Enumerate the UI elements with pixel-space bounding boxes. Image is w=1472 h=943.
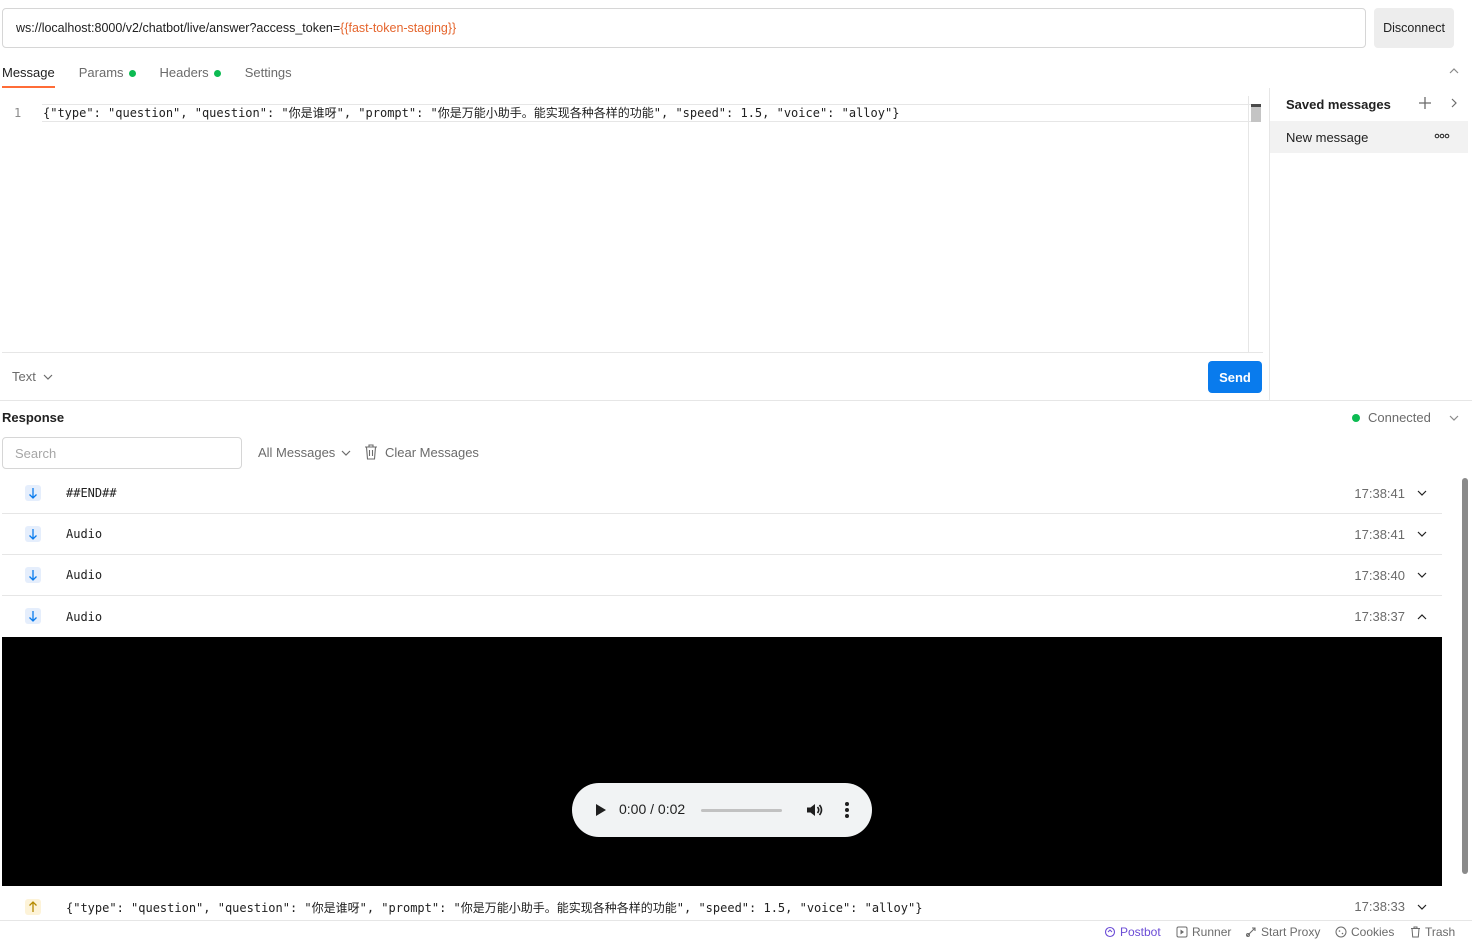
editor-scrollbar-thumb[interactable] [1251, 104, 1261, 122]
code-line[interactable]: {"type": "question", "question": "你是谁呀",… [42, 104, 1260, 122]
proxy-icon [1246, 927, 1256, 937]
tab-message[interactable]: Message [2, 60, 55, 88]
message-row-expanded[interactable]: Audio 17:38:37 [2, 596, 1442, 637]
message-text: ##END## [66, 486, 117, 500]
audio-player[interactable]: 0:00 / 0:02 [572, 783, 872, 837]
message-row[interactable]: ##END## 17:38:41 [2, 473, 1442, 514]
cookies-button[interactable]: Cookies [1335, 925, 1394, 939]
message-row[interactable]: Audio 17:38:40 [2, 555, 1442, 596]
trash-icon [365, 444, 377, 460]
message-editor[interactable]: 1 {"type": "question", "question": "你是谁呀… [2, 96, 1263, 353]
chevron-down-icon[interactable] [1447, 411, 1461, 425]
arrow-up-icon [25, 899, 41, 915]
postbot-label: Postbot [1120, 925, 1161, 939]
tab-params[interactable]: Params [79, 60, 136, 88]
status-bar: Postbot Runner Start Proxy Cookies Trash [0, 920, 1472, 943]
chevron-down-icon[interactable] [1416, 528, 1428, 540]
message-filter-dropdown[interactable]: All Messages [258, 445, 352, 460]
postbot-icon [1104, 926, 1116, 938]
chevron-up-icon[interactable] [1416, 611, 1428, 623]
status-label: Connected [1368, 410, 1431, 425]
audio-time: 0:00 / 0:02 [619, 801, 686, 817]
runner-icon [1176, 926, 1188, 938]
editor-scrollbar-track [1248, 96, 1249, 353]
trash-label: Trash [1425, 925, 1456, 939]
trash-button[interactable]: Trash [1410, 925, 1455, 939]
message-text: {"type": "question", "question": "你是谁呀",… [66, 901, 923, 915]
message-time: 17:38:40 [1354, 567, 1405, 583]
chevron-down-icon[interactable] [1416, 569, 1428, 581]
runner-label: Runner [1192, 925, 1232, 939]
format-label: Text [12, 369, 36, 384]
url-input[interactable]: ws://localhost:8000/v2/chatbot/live/answ… [2, 8, 1366, 48]
saved-message-label: New message [1286, 129, 1369, 145]
runner-button[interactable]: Runner [1176, 925, 1231, 939]
tab-settings[interactable]: Settings [245, 60, 292, 88]
start-proxy-button[interactable]: Start Proxy [1245, 925, 1320, 939]
tab-params-label: Params [78, 65, 124, 80]
line-number: 1 [14, 106, 22, 120]
arrow-down-icon [25, 526, 41, 542]
arrow-down-icon [25, 567, 41, 583]
chevron-down-icon[interactable] [1416, 901, 1428, 913]
message-row[interactable]: Audio 17:38:41 [2, 514, 1442, 555]
filter-label: All Messages [258, 445, 336, 460]
response-scrollbar-thumb[interactable] [1462, 478, 1468, 874]
more-horizontal-icon[interactable] [1434, 130, 1450, 142]
audio-preview: 0:00 / 0:02 [2, 637, 1442, 886]
audio-seek-bar[interactable] [701, 809, 782, 812]
disconnect-button[interactable]: Disconnect [1374, 8, 1454, 48]
message-time: 17:38:41 [1354, 485, 1405, 501]
cookies-label: Cookies [1351, 925, 1395, 939]
start-proxy-label: Start Proxy [1261, 925, 1321, 939]
headers-indicator-dot [213, 70, 221, 77]
section-divider [0, 400, 1472, 401]
send-button[interactable]: Send [1208, 361, 1262, 393]
message-row[interactable]: {"type": "question", "question": "你是谁呀",… [2, 887, 1442, 920]
tab-headers-label: Headers [159, 65, 209, 80]
tab-message-label: Message [2, 65, 55, 80]
params-indicator-dot [128, 70, 136, 77]
connection-status: Connected [1352, 410, 1431, 425]
message-time: 17:38:41 [1354, 526, 1405, 542]
plus-icon[interactable] [1418, 96, 1432, 110]
tab-settings-label: Settings [244, 65, 292, 80]
cookie-icon [1335, 926, 1347, 938]
url-prefix: ws://localhost:8000/v2/chatbot/live/answ… [16, 21, 341, 35]
message-text: Audio [66, 609, 103, 624]
play-icon[interactable] [592, 801, 608, 819]
chevron-right-icon[interactable] [1448, 97, 1460, 109]
chevron-up-icon[interactable] [1447, 64, 1461, 78]
trash-icon [1411, 926, 1420, 938]
message-text: Audio [66, 568, 103, 582]
more-vertical-icon[interactable] [842, 800, 852, 820]
message-time: 17:38:33 [1354, 899, 1405, 914]
search-input[interactable] [2, 437, 242, 469]
postbot-button[interactable]: Postbot [1104, 925, 1161, 939]
arrow-down-icon [25, 485, 41, 501]
clear-messages-label: Clear Messages [385, 444, 479, 460]
chevron-down-icon[interactable] [1416, 487, 1428, 499]
status-dot [1352, 413, 1360, 422]
message-time: 17:38:37 [1354, 609, 1405, 624]
volume-icon[interactable] [804, 800, 824, 820]
tab-headers[interactable]: Headers [160, 60, 221, 88]
clear-messages-button[interactable]: Clear Messages [364, 444, 479, 460]
request-tabs: Message Params Headers Settings [2, 60, 316, 88]
message-text: Audio [66, 527, 103, 541]
arrow-down-icon [25, 608, 41, 624]
chevron-down-icon [341, 450, 351, 456]
url-variable: {{fast-token-staging}} [340, 21, 457, 35]
response-title: Response [2, 410, 65, 425]
saved-messages-title: Saved messages [1286, 97, 1391, 112]
format-dropdown[interactable]: Text [12, 369, 54, 384]
chevron-down-icon [43, 374, 53, 380]
